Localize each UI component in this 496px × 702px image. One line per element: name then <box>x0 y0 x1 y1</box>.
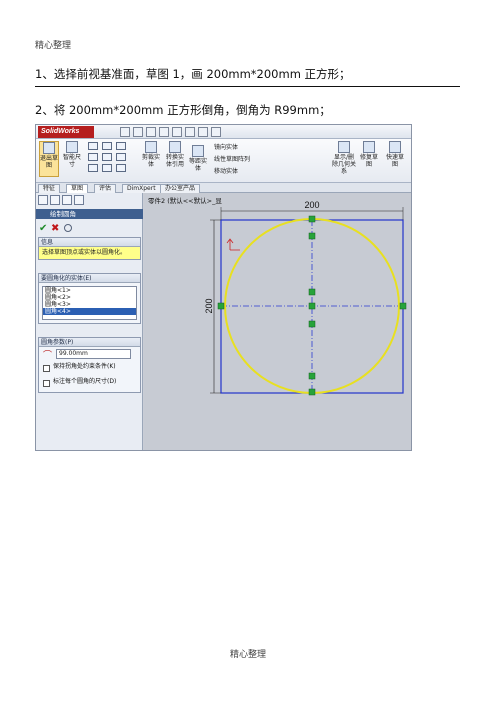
radius-input[interactable]: 99.00mm <box>56 349 131 359</box>
tab-office[interactable]: 办公室产品 <box>160 184 201 193</box>
convert-entities-button[interactable]: 转换实体引用 <box>164 141 186 168</box>
dim-v-text: 200 <box>204 298 214 313</box>
relations-icon <box>338 141 350 153</box>
params-group: 圆角参数(P) ⌒ 99.00mm 保持拐角处约束条件(K) 标注每个圆角的尺寸… <box>38 337 141 393</box>
list-item[interactable]: 圆角<4> <box>43 308 136 315</box>
configuration-icon[interactable] <box>62 195 72 205</box>
sketch-icon <box>43 142 55 154</box>
repair-sketch-button[interactable]: 修复草图 <box>358 141 380 168</box>
graphics-area[interactable]: 零件2 (默认<<默认>_显 200 200 <box>144 193 411 450</box>
arc-tool[interactable] <box>102 153 112 161</box>
step-2: 2、将 200mm*200mm 正方形倒角，倒角为 R99mm； <box>35 103 331 117</box>
keep-corners-label: 保持拐角处约束条件(K) <box>53 363 116 370</box>
property-manager: 绘制圆角 ✔ ✖ 信息 选择草图顶点或实体以圆角化。 要圆角化的实体(E) 圆角… <box>36 193 143 450</box>
circle-tool[interactable] <box>102 142 112 150</box>
trim-icon <box>145 141 157 153</box>
panel-title: 绘制圆角 <box>36 209 143 219</box>
sketch-drawing: 200 200 <box>204 200 407 396</box>
appearance-icon[interactable] <box>74 195 84 205</box>
offset-entities-button[interactable]: 等距实体 <box>188 145 208 172</box>
save-icon[interactable] <box>146 127 156 137</box>
page-footer: 精心整理 <box>229 650 266 660</box>
linear-pattern-button[interactable]: 线性草图阵列 <box>214 154 250 163</box>
page-header: 精心整理 <box>35 41 72 51</box>
command-tabs: 特征 草图 评估 DimXpert 办公室产品 <box>36 183 411 193</box>
select-icon[interactable] <box>185 127 195 137</box>
repair-icon <box>363 141 375 153</box>
property-manager-icon[interactable] <box>50 195 60 205</box>
slot-tool[interactable] <box>88 164 98 172</box>
dim-each-label: 标注每个圆角的尺寸(D) <box>53 378 117 385</box>
solidworks-screenshot: SolidWorks 退出草图 智能尺寸 剪裁实体 转换实体引用 等距实体 镜向… <box>35 124 412 451</box>
origin-axis-icon <box>226 238 240 251</box>
dim-each-checkbox[interactable] <box>43 380 50 387</box>
spline-tool[interactable] <box>116 142 126 150</box>
message-group: 信息 选择草图顶点或实体以圆角化。 <box>38 237 141 260</box>
undo-icon[interactable] <box>172 127 182 137</box>
feature-tree-icon[interactable] <box>38 195 48 205</box>
panel-toolbar <box>38 195 84 205</box>
command-manager: 退出草图 智能尺寸 剪裁实体 转换实体引用 等距实体 镜向实体 线性草图阵列 移… <box>36 139 411 183</box>
rapid-sketch-icon <box>389 141 401 153</box>
relations-button[interactable]: 显示/删除几何关系 <box>332 141 356 175</box>
dim-h-text: 200 <box>304 200 319 210</box>
radius-row: ⌒ 99.00mm <box>39 347 140 361</box>
line-tool[interactable] <box>88 142 98 150</box>
open-file-icon[interactable] <box>133 127 143 137</box>
list-item[interactable]: 圆角<3> <box>43 301 136 308</box>
tab-dimxpert[interactable]: DimXpert <box>122 184 161 193</box>
pin-icon[interactable] <box>64 224 72 232</box>
polygon-tool[interactable] <box>116 153 126 161</box>
rectangle-tool[interactable] <box>88 153 98 161</box>
smart-dimension-icon <box>66 141 78 153</box>
fillet-tool[interactable] <box>116 164 126 172</box>
message-text: 选择草图顶点或实体以圆角化。 <box>39 247 140 259</box>
checkmark-icon[interactable]: ✔ <box>39 223 47 234</box>
offset-icon <box>192 145 204 157</box>
entities-group: 要圆角化的实体(E) 圆角<1> 圆角<2> 圆角<3> 圆角<4> <box>38 273 141 324</box>
solidworks-logo: SolidWorks <box>38 126 94 138</box>
move-entities-button[interactable]: 移动实体 <box>214 166 238 175</box>
exit-sketch-button[interactable]: 退出草图 <box>39 141 59 177</box>
trim-entities-button[interactable]: 剪裁实体 <box>140 141 162 168</box>
tab-features[interactable]: 特征 <box>38 184 61 193</box>
tab-sketch[interactable]: 草图 <box>66 184 89 193</box>
options-icon[interactable] <box>211 127 221 137</box>
new-file-icon[interactable] <box>120 127 130 137</box>
radius-icon: ⌒ <box>43 351 53 361</box>
quick-access-toolbar <box>120 127 221 137</box>
ellipse-tool[interactable] <box>102 164 112 172</box>
print-icon[interactable] <box>159 127 169 137</box>
close-icon[interactable]: ✖ <box>51 223 59 234</box>
smart-dimension-button[interactable]: 智能尺寸 <box>62 141 82 168</box>
keep-corners-checkbox[interactable] <box>43 365 50 372</box>
list-item[interactable]: 圆角<2> <box>43 294 136 301</box>
entities-list[interactable]: 圆角<1> 圆角<2> 圆角<3> 圆角<4> <box>42 286 137 320</box>
convert-icon <box>169 141 181 153</box>
entities-header[interactable]: 要圆角化的实体(E) <box>39 274 140 283</box>
divider <box>35 86 460 87</box>
rebuild-icon[interactable] <box>198 127 208 137</box>
mirror-entities-button[interactable]: 镜向实体 <box>214 142 238 151</box>
tab-evaluate[interactable]: 评估 <box>94 184 117 193</box>
params-header[interactable]: 圆角参数(P) <box>39 338 140 347</box>
menu-bar: SolidWorks <box>36 125 411 139</box>
message-header[interactable]: 信息 <box>39 238 140 247</box>
rapid-sketch-button[interactable]: 快速草图 <box>384 141 406 168</box>
step-1: 1、选择前视基准面，草图 1，画 200mm*200mm 正方形； <box>35 67 351 81</box>
list-item[interactable]: 圆角<1> <box>43 287 136 294</box>
